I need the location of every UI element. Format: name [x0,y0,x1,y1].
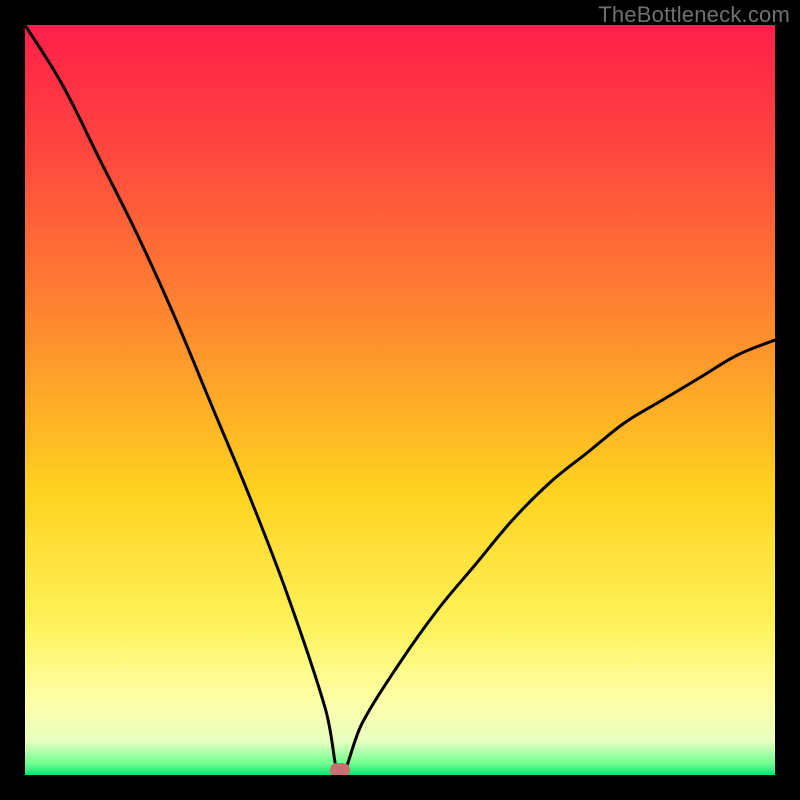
plot-area [25,25,775,775]
plot-svg [25,25,775,775]
optimal-point-marker [330,763,350,775]
watermark-text: TheBottleneck.com [598,2,790,28]
chart-frame: TheBottleneck.com [0,0,800,800]
